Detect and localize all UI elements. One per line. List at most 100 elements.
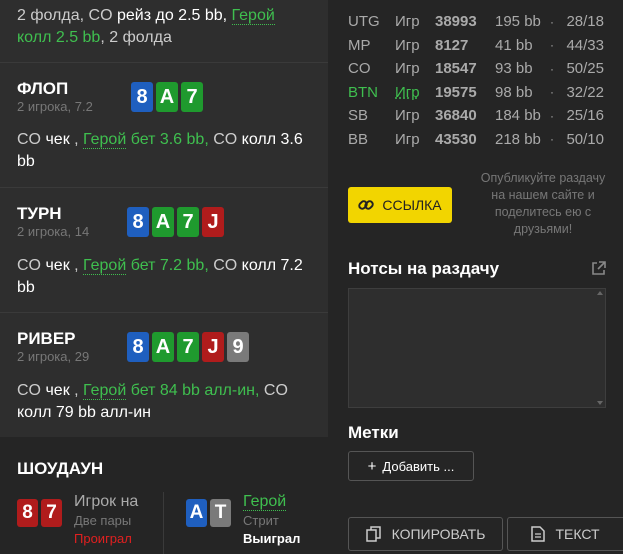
stats-row: CO Игр 18547 93 bb · 50/25 bbox=[348, 57, 604, 81]
action: колл 79 bb алл-ин bbox=[17, 404, 151, 421]
document-icon bbox=[531, 526, 546, 542]
stack-bb: 218 bb bbox=[495, 130, 541, 148]
hero-link[interactable]: Герой bbox=[83, 382, 127, 400]
notes-title: Нотсы на раздачу bbox=[348, 259, 500, 278]
copy-button[interactable]: КОПИРОВАТЬ bbox=[348, 517, 503, 551]
flop-section: ФЛОП 2 игрока, 7.2 8 A 7 CO чек , Герой … bbox=[0, 62, 328, 188]
action-player: CO bbox=[208, 257, 242, 274]
board-cards: 8 A 7 J bbox=[127, 207, 224, 237]
preflop-hero-call: колл 2.5 bb bbox=[17, 29, 101, 46]
street-title: РИВЕР bbox=[17, 329, 76, 348]
action: колл 3.6 bbox=[241, 131, 303, 148]
action: колл 7.2 bbox=[241, 257, 303, 274]
preflop-raise: рейз до 2.5 bb, bbox=[116, 7, 232, 24]
preflop-actions: 2 фолда, CO рейз до 2.5 bb, Герой колл 2… bbox=[17, 5, 317, 49]
plus-icon: + bbox=[367, 457, 377, 475]
card: A bbox=[156, 82, 178, 112]
separator-dot: · bbox=[550, 85, 554, 100]
hero-link[interactable]: Герой bbox=[83, 131, 127, 149]
board-cards: 8 A 7 J 9 bbox=[127, 332, 249, 362]
separator-dot: · bbox=[550, 14, 554, 29]
separator-dot: · bbox=[550, 38, 554, 53]
turn-section: ТУРН 2 игрока, 14 8 A 7 J CO чек , Герой… bbox=[0, 187, 328, 313]
player-name[interactable]: Игр bbox=[395, 10, 435, 34]
vpip-pfr: 32/22 bbox=[566, 83, 604, 101]
action-player: CO bbox=[208, 131, 242, 148]
preflop-text: 2 фолда, CO bbox=[17, 7, 117, 24]
player-name[interactable]: Игр bbox=[395, 34, 435, 58]
position-label: BB bbox=[348, 130, 369, 148]
card: 7 bbox=[41, 499, 62, 527]
vpip-pfr: 50/10 bbox=[566, 130, 604, 148]
card: J bbox=[202, 332, 224, 362]
position-label: MP bbox=[348, 36, 371, 54]
river-section: РИВЕР 2 игрока, 29 8 A 7 J 9 CO чек , Ге… bbox=[0, 312, 328, 437]
card: 9 bbox=[227, 332, 249, 362]
card: J bbox=[202, 207, 224, 237]
hero-cards: A T bbox=[186, 499, 231, 527]
street-title: ШОУДАУН bbox=[17, 459, 104, 478]
link-button[interactable]: ССЫЛКА bbox=[348, 187, 452, 223]
action: чек bbox=[45, 382, 70, 399]
pot-info: 2 игрока, 29 bbox=[17, 349, 90, 364]
divider bbox=[163, 492, 164, 554]
side-panel: UTG Игр 38993 195 bb · 28/18 MP Игр 8127 41 bb · 44… bbox=[328, 0, 623, 552]
card: 8 bbox=[127, 332, 149, 362]
add-tag-button[interactable]: + Добавить ... bbox=[348, 451, 474, 481]
player-name[interactable]: Игр bbox=[395, 128, 435, 152]
stats-row: SB Игр 36840 184 bb · 25/16 bbox=[348, 104, 604, 128]
position-label: BTN bbox=[348, 83, 378, 101]
position-label: CO bbox=[348, 60, 371, 78]
card: A bbox=[152, 207, 174, 237]
player-name[interactable]: Игр bbox=[395, 57, 435, 81]
hero-hand: Стрит bbox=[243, 513, 279, 528]
hands-count: 19575 bbox=[435, 83, 477, 101]
hands-count: 43530 bbox=[435, 130, 477, 148]
scroll-down-icon[interactable] bbox=[597, 401, 603, 405]
card: 7 bbox=[177, 332, 199, 362]
card: A bbox=[186, 499, 207, 527]
share-note: Опубликуйте раздачу на нашем сайте и под… bbox=[480, 171, 606, 236]
action: чек bbox=[45, 257, 70, 274]
tags-title: Метки bbox=[348, 423, 399, 442]
river-actions: CO чек , Герой бет 84 bb алл-ин, CO колл… bbox=[17, 382, 288, 421]
hero-info: Герой Стрит Выиграл bbox=[243, 492, 308, 548]
action: bb bbox=[17, 279, 35, 296]
hero-link[interactable]: Герой bbox=[83, 257, 127, 275]
hero-link[interactable]: Герой bbox=[243, 493, 287, 511]
text-button-label: ТЕКСТ bbox=[555, 526, 600, 542]
preflop-text-end: , 2 фолда bbox=[100, 29, 172, 46]
preflop-section: 2 фолда, CO рейз до 2.5 bb, Герой колл 2… bbox=[0, 0, 328, 63]
card: 7 bbox=[181, 82, 203, 112]
text-button[interactable]: ТЕКСТ bbox=[507, 517, 623, 551]
player-cards: 8 7 bbox=[17, 499, 62, 527]
hero-link[interactable]: Герой bbox=[231, 7, 275, 25]
player-name[interactable]: Игр bbox=[395, 81, 435, 105]
stats-row: UTG Игр 38993 195 bb · 28/18 bbox=[348, 10, 604, 34]
position-label: UTG bbox=[348, 13, 380, 31]
turn-actions: CO чек , Герой бет 7.2 bb, CO колл 7.2 b… bbox=[17, 257, 303, 296]
vpip-pfr: 28/18 bbox=[566, 13, 604, 31]
copy-icon bbox=[365, 526, 381, 542]
link-icon bbox=[358, 200, 375, 210]
player-info: Игрок на Две пары Проиграл bbox=[74, 492, 142, 548]
players-stats-table: UTG Игр 38993 195 bb · 28/18 MP Игр 8127 41 bb · 44… bbox=[348, 10, 604, 151]
player-name[interactable]: Игр bbox=[395, 104, 435, 128]
stack-bb: 98 bb bbox=[495, 83, 533, 101]
stack-bb: 195 bb bbox=[495, 13, 541, 31]
hero-result: Выиграл bbox=[243, 531, 301, 546]
separator-dot: · bbox=[550, 61, 554, 76]
external-link-icon[interactable] bbox=[591, 261, 606, 276]
player-name: Игрок на bbox=[74, 493, 139, 510]
hero-action: бет 3.6 bb, bbox=[126, 131, 209, 148]
hands-count: 38993 bbox=[435, 13, 477, 31]
card: A bbox=[152, 332, 174, 362]
stats-row: BTN Игр 19575 98 bb · 32/22 bbox=[348, 81, 604, 105]
action: чек bbox=[45, 131, 70, 148]
stack-bb: 93 bb bbox=[495, 60, 533, 78]
notes-textarea[interactable] bbox=[348, 288, 606, 408]
separator-dot: · bbox=[550, 108, 554, 123]
scroll-up-icon[interactable] bbox=[597, 291, 603, 295]
hands-count: 18547 bbox=[435, 60, 477, 78]
card: 7 bbox=[177, 207, 199, 237]
